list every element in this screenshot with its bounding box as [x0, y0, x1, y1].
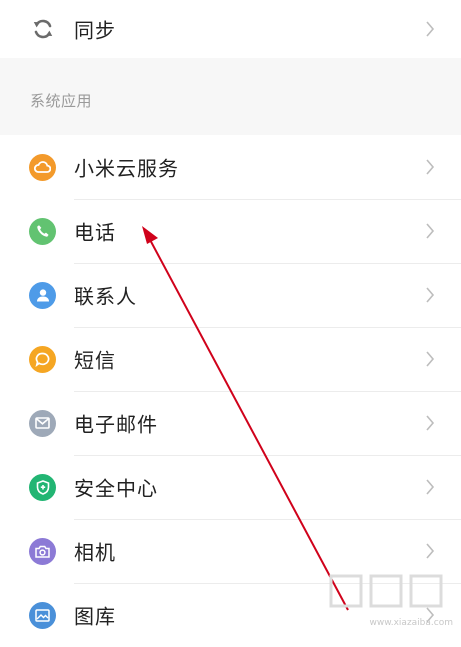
chevron-right-icon [426, 21, 435, 37]
section-title: 系统应用 [30, 92, 93, 110]
chevron-right-icon [426, 159, 435, 175]
section-header: 系统应用 [0, 58, 461, 135]
settings-row-label: 电话 [74, 220, 116, 245]
settings-row-label: 图库 [74, 604, 116, 629]
gallery-icon [29, 601, 56, 629]
chevron-right-icon [426, 543, 435, 559]
chevron-right-icon [426, 351, 435, 367]
settings-row-label: 小米云服务 [74, 156, 179, 181]
chevron-right-icon [426, 287, 435, 303]
settings-row-phone[interactable]: 电话 [0, 199, 461, 263]
account-group: 同步 [0, 0, 461, 58]
settings-row-mi-cloud[interactable]: 小米云服务 [0, 135, 461, 199]
watermark-url: www.xiazaiba.com [369, 618, 453, 628]
chevron-right-icon [426, 415, 435, 431]
settings-row-label: 电子邮件 [74, 412, 158, 437]
camera-icon [29, 537, 56, 565]
settings-row-messages[interactable]: 短信 [0, 327, 461, 391]
settings-row-label: 短信 [74, 348, 116, 373]
settings-row-contacts[interactable]: 联系人 [0, 263, 461, 327]
cloud-icon [29, 153, 56, 181]
settings-row-label: 同步 [74, 18, 116, 43]
watermark-logo [329, 574, 443, 608]
settings-row-label: 联系人 [74, 284, 137, 309]
settings-row-sync[interactable]: 同步 [0, 0, 461, 58]
mail-icon [29, 409, 56, 437]
chevron-right-icon [426, 223, 435, 239]
settings-row-email[interactable]: 电子邮件 [0, 391, 461, 455]
phone-icon [29, 217, 56, 245]
settings-row-security[interactable]: 安全中心 [0, 455, 461, 519]
settings-row-label: 安全中心 [74, 476, 158, 501]
sync-icon [29, 16, 56, 43]
chevron-right-icon [426, 479, 435, 495]
shield-icon [29, 473, 56, 501]
contact-icon [29, 281, 56, 309]
message-icon [29, 345, 56, 373]
settings-row-label: 相机 [74, 540, 116, 565]
